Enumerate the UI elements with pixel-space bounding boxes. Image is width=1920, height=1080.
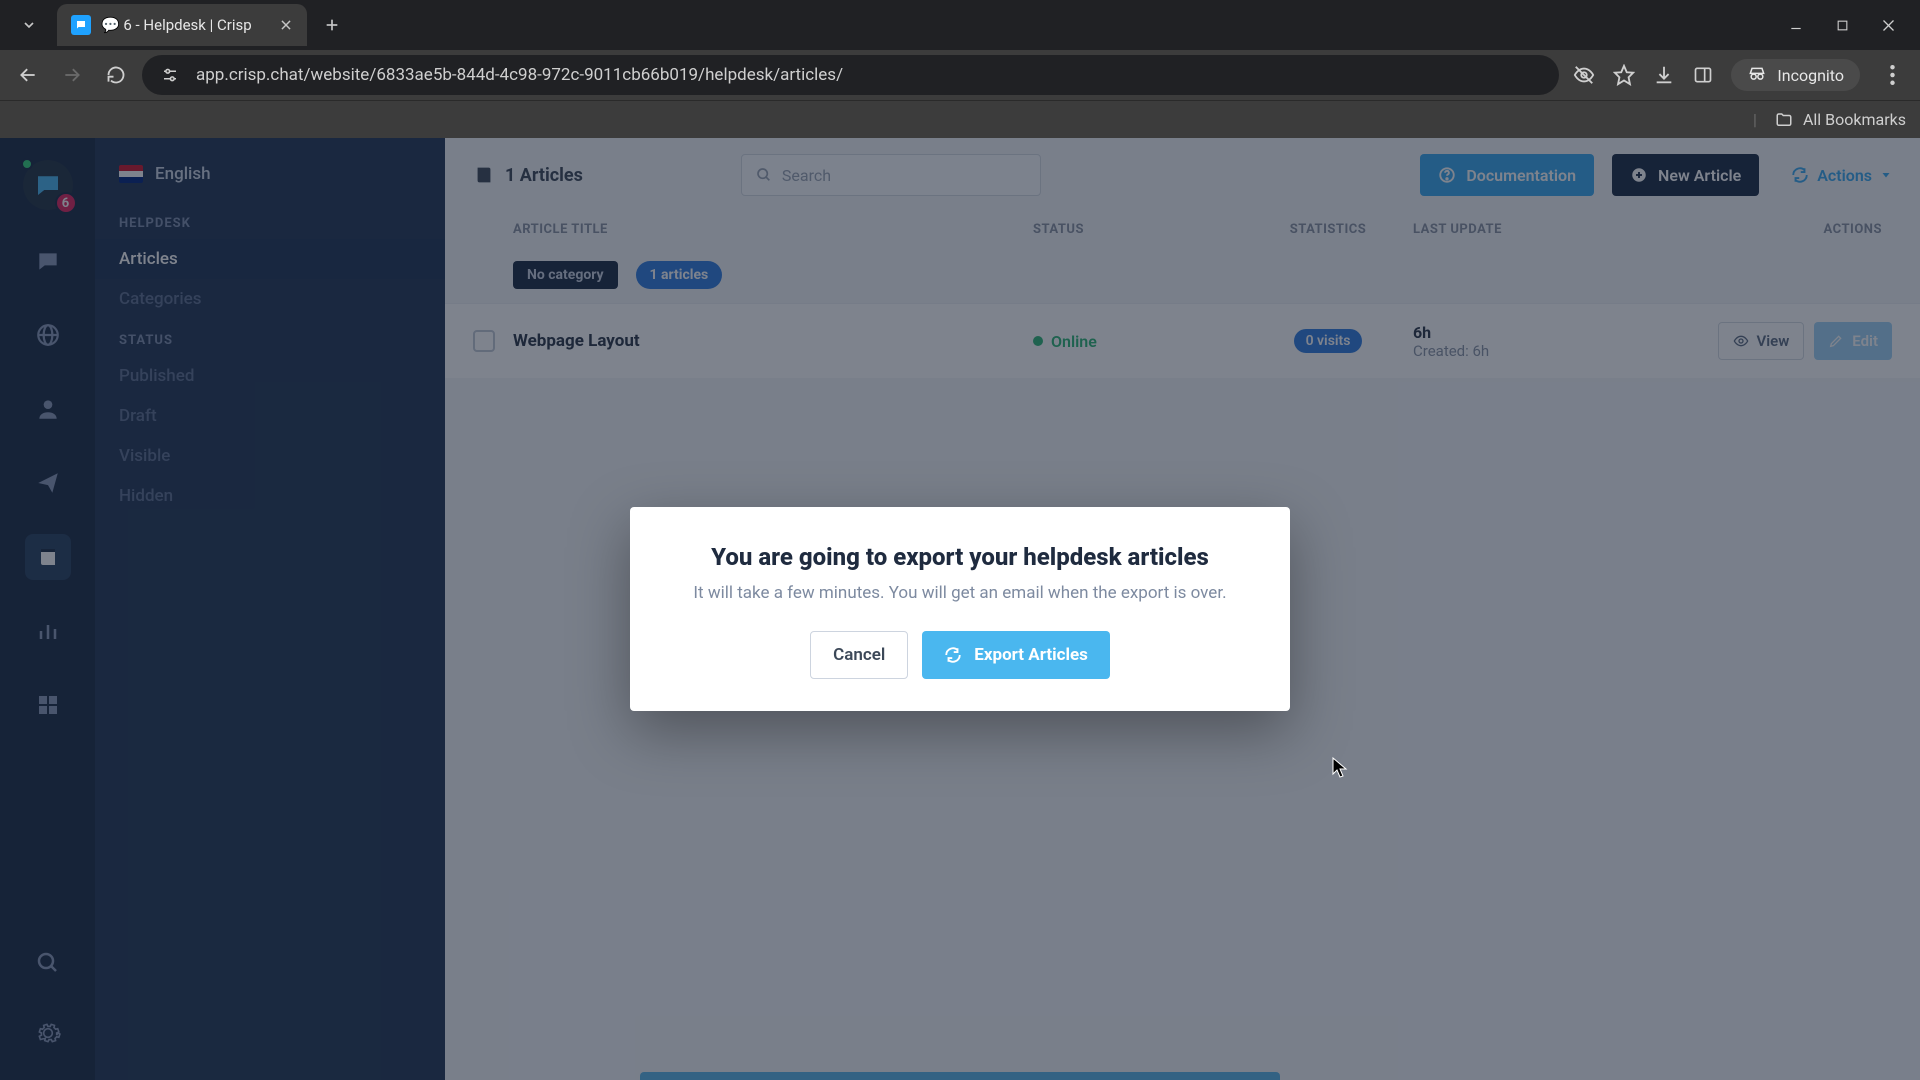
close-icon bbox=[1881, 18, 1896, 33]
modal-actions: Cancel Export Articles bbox=[666, 631, 1254, 679]
reload-icon bbox=[106, 65, 126, 85]
bookmarks-bar: | All Bookmarks bbox=[0, 100, 1920, 138]
incognito-label: Incognito bbox=[1777, 66, 1844, 85]
incognito-icon bbox=[1747, 65, 1767, 85]
incognito-indicator[interactable]: Incognito bbox=[1731, 59, 1860, 91]
downloads-button[interactable] bbox=[1653, 64, 1675, 86]
modal-subtitle: It will take a few minutes. You will get… bbox=[666, 583, 1254, 603]
close-icon bbox=[279, 18, 293, 32]
all-bookmarks-button[interactable]: All Bookmarks bbox=[1803, 110, 1906, 129]
star-icon bbox=[1613, 64, 1635, 86]
download-icon bbox=[1653, 64, 1675, 86]
site-info-button[interactable] bbox=[158, 66, 182, 84]
window-maximize-button[interactable] bbox=[1828, 11, 1856, 39]
window-close-button[interactable] bbox=[1874, 11, 1902, 39]
chevron-down-icon bbox=[21, 17, 37, 33]
nav-forward-button[interactable] bbox=[54, 57, 90, 93]
kebab-icon bbox=[1890, 65, 1895, 85]
browser-menu-button[interactable] bbox=[1874, 57, 1910, 93]
tab-title: 💬 6 - Helpdesk | Crisp bbox=[101, 16, 252, 34]
arrow-left-icon bbox=[18, 65, 38, 85]
eye-off-button[interactable] bbox=[1573, 64, 1595, 86]
browser-tab[interactable]: 💬 6 - Helpdesk | Crisp bbox=[57, 4, 307, 46]
browser-titlebar: 💬 6 - Helpdesk | Crisp bbox=[0, 0, 1920, 50]
search-tabs-button[interactable] bbox=[6, 6, 51, 44]
chat-bubble-icon bbox=[75, 19, 87, 31]
folder-icon bbox=[1775, 111, 1793, 129]
bookmark-star-button[interactable] bbox=[1613, 64, 1635, 86]
tune-icon bbox=[161, 66, 179, 84]
new-tab-button[interactable] bbox=[313, 6, 351, 44]
address-bar[interactable]: app.crisp.chat/website/6833ae5b-844d-4c9… bbox=[142, 55, 1559, 95]
eye-off-icon bbox=[1573, 64, 1595, 86]
browser-toolbar: app.crisp.chat/website/6833ae5b-844d-4c9… bbox=[0, 50, 1920, 100]
tab-strip: 💬 6 - Helpdesk | Crisp bbox=[0, 0, 351, 50]
toolbar-right-icons: Incognito bbox=[1567, 59, 1866, 91]
minimize-icon bbox=[1789, 18, 1803, 32]
cancel-button[interactable]: Cancel bbox=[810, 631, 908, 679]
arrow-right-icon bbox=[62, 65, 82, 85]
export-modal: You are going to export your helpdesk ar… bbox=[630, 507, 1290, 711]
cursor-icon bbox=[1332, 757, 1348, 779]
nav-back-button[interactable] bbox=[10, 57, 46, 93]
modal-title: You are going to export your helpdesk ar… bbox=[666, 543, 1254, 571]
side-panel-button[interactable] bbox=[1693, 65, 1713, 85]
address-bar-url: app.crisp.chat/website/6833ae5b-844d-4c9… bbox=[196, 65, 843, 85]
window-minimize-button[interactable] bbox=[1782, 11, 1810, 39]
plus-icon bbox=[324, 17, 340, 33]
nav-reload-button[interactable] bbox=[98, 57, 134, 93]
app-root: 6 English HELPDESK Articles Categories S… bbox=[0, 138, 1920, 1080]
modal-overlay[interactable]: You are going to export your helpdesk ar… bbox=[0, 138, 1920, 1080]
export-label: Export Articles bbox=[974, 645, 1088, 665]
panel-icon bbox=[1693, 65, 1713, 85]
bookmarks-separator: | bbox=[1753, 110, 1757, 129]
tab-close-button[interactable] bbox=[279, 18, 293, 32]
maximize-icon bbox=[1836, 19, 1849, 32]
export-articles-button[interactable]: Export Articles bbox=[922, 631, 1110, 679]
refresh-icon bbox=[944, 646, 962, 664]
window-controls bbox=[1782, 11, 1920, 39]
tab-favicon bbox=[71, 15, 91, 35]
